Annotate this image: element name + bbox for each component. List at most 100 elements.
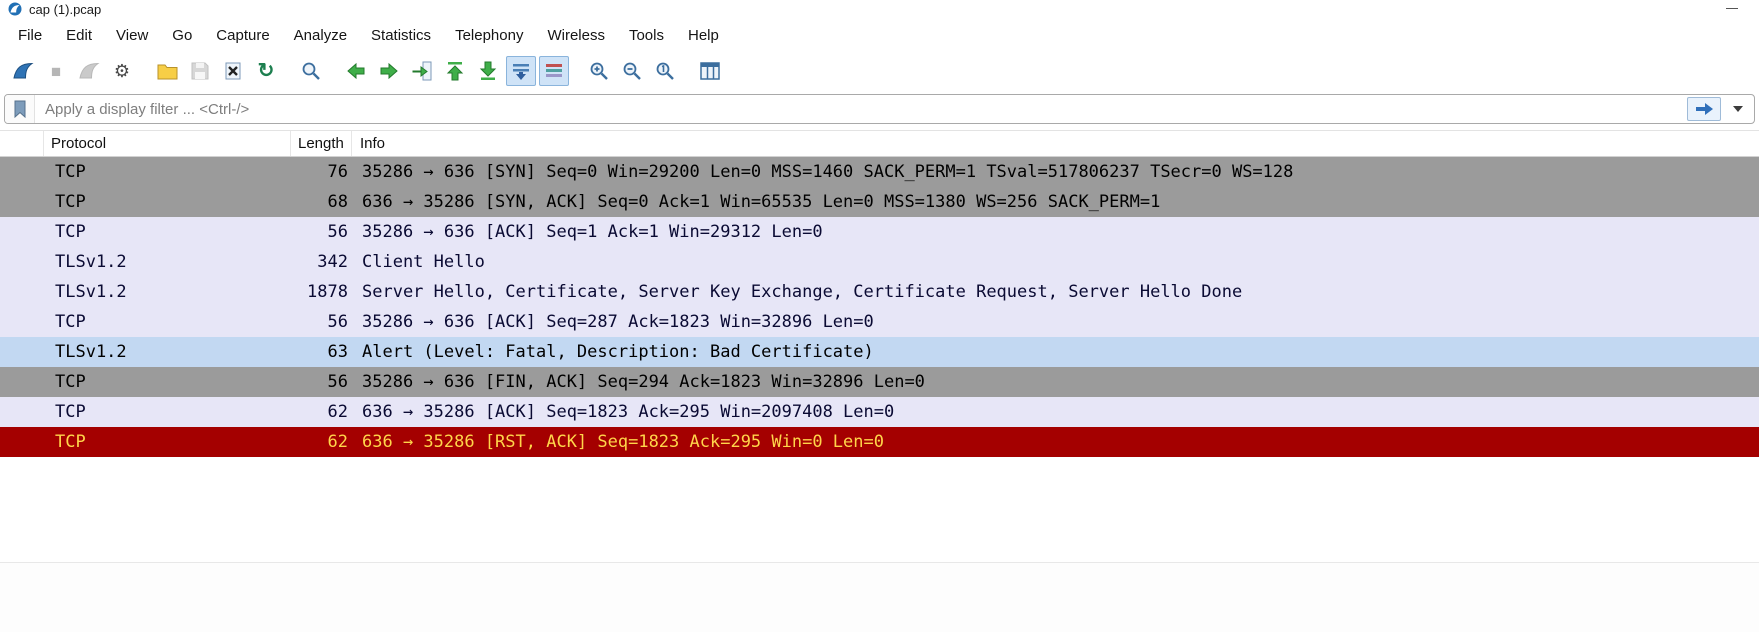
header-spacer: [0, 131, 44, 156]
start-capture-button[interactable]: [8, 56, 38, 86]
stop-icon: ■: [51, 63, 61, 80]
chevron-down-icon: [1733, 106, 1743, 112]
reload-icon: ↻: [258, 61, 275, 81]
colorize-button[interactable]: [539, 56, 569, 86]
resize-columns-button[interactable]: [695, 56, 725, 86]
empty-detail-pane: [0, 562, 1759, 632]
stop-capture-button[interactable]: ■: [41, 56, 71, 86]
auto-scroll-button[interactable]: [506, 56, 536, 86]
zoom-out-button[interactable]: [617, 56, 647, 86]
go-back-button[interactable]: [341, 56, 371, 86]
packet-length: 76: [291, 157, 348, 187]
packet-protocol: TLSv1.2: [0, 277, 291, 307]
menu-tools[interactable]: Tools: [617, 21, 676, 50]
menu-statistics[interactable]: Statistics: [359, 21, 443, 50]
packet-row[interactable]: TCP 56 35286 → 636 [ACK] Seq=1 Ack=1 Win…: [0, 217, 1759, 247]
filter-dropdown-button[interactable]: [1727, 97, 1749, 121]
packet-protocol: TCP: [0, 157, 291, 187]
packet-protocol: TCP: [0, 217, 291, 247]
menu-help[interactable]: Help: [676, 21, 731, 50]
zoom-in-button[interactable]: [584, 56, 614, 86]
packet-length: 68: [291, 187, 348, 217]
packet-row[interactable]: TCP 62 636 → 35286 [RST, ACK] Seq=1823 A…: [0, 427, 1759, 457]
menu-bar: File Edit View Go Capture Analyze Statis…: [0, 18, 1759, 52]
packet-protocol: TCP: [0, 427, 291, 457]
column-header-length[interactable]: Length: [291, 131, 352, 156]
menu-view[interactable]: View: [104, 21, 160, 50]
packet-info: Alert (Level: Fatal, Description: Bad Ce…: [348, 337, 1759, 367]
bookmark-icon: [13, 100, 27, 118]
go-to-packet-icon: [411, 60, 433, 82]
packet-row[interactable]: TCP 56 35286 → 636 [FIN, ACK] Seq=294 Ac…: [0, 367, 1759, 397]
window-title: cap (1).pcap: [29, 2, 101, 17]
resize-columns-icon: [700, 62, 720, 80]
packet-protocol: TLSv1.2: [0, 247, 291, 277]
menu-capture[interactable]: Capture: [204, 21, 281, 50]
minimize-button[interactable]: [1717, 0, 1747, 9]
save-icon: [191, 62, 209, 80]
packet-row[interactable]: TCP 76 35286 → 636 [SYN] Seq=0 Win=29200…: [0, 157, 1759, 187]
go-last-button[interactable]: [473, 56, 503, 86]
filter-bar-container: [0, 90, 1759, 130]
open-file-button[interactable]: [152, 56, 182, 86]
packet-protocol: TCP: [0, 397, 291, 427]
packet-list: Protocol Length Info TCP 76 35286 → 636 …: [0, 130, 1759, 457]
packet-info: 636 → 35286 [RST, ACK] Seq=1823 Ack=295 …: [348, 427, 1759, 457]
packet-length: 63: [291, 337, 348, 367]
main-toolbar: ■ ⚙ ↻: [0, 52, 1759, 90]
reload-button[interactable]: ↻: [251, 56, 281, 86]
packet-row[interactable]: TLSv1.2 342 Client Hello: [0, 247, 1759, 277]
display-filter-bar: [4, 94, 1755, 124]
folder-icon: [157, 63, 178, 80]
packet-protocol: TLSv1.2: [0, 337, 291, 367]
go-first-button[interactable]: [440, 56, 470, 86]
gear-icon: ⚙: [114, 62, 130, 80]
close-file-button[interactable]: [218, 56, 248, 86]
packet-row[interactable]: TLSv1.2 1878 Server Hello, Certificate, …: [0, 277, 1759, 307]
menu-telephony[interactable]: Telephony: [443, 21, 535, 50]
column-header-protocol[interactable]: Protocol: [44, 131, 291, 156]
arrow-down-icon: [477, 60, 499, 82]
zoom-original-icon: [655, 61, 675, 81]
go-to-packet-button[interactable]: [407, 56, 437, 86]
packet-length: 1878: [291, 277, 348, 307]
save-file-button[interactable]: [185, 56, 215, 86]
arrow-up-icon: [444, 60, 466, 82]
capture-options-button[interactable]: ⚙: [107, 56, 137, 86]
packet-length: 56: [291, 367, 348, 397]
packet-length: 62: [291, 427, 348, 457]
packet-row-selected[interactable]: TLSv1.2 63 Alert (Level: Fatal, Descript…: [0, 337, 1759, 367]
packet-list-header: Protocol Length Info: [0, 131, 1759, 157]
packet-row[interactable]: TCP 68 636 → 35286 [SYN, ACK] Seq=0 Ack=…: [0, 187, 1759, 217]
title-bar: cap (1).pcap: [0, 0, 1759, 18]
menu-file[interactable]: File: [6, 21, 54, 50]
search-icon: [301, 61, 321, 81]
packet-info: 35286 → 636 [ACK] Seq=287 Ack=1823 Win=3…: [348, 307, 1759, 337]
zoom-original-button[interactable]: [650, 56, 680, 86]
packet-info: 636 → 35286 [ACK] Seq=1823 Ack=295 Win=2…: [348, 397, 1759, 427]
zoom-out-icon: [622, 61, 642, 81]
apply-filter-button[interactable]: [1687, 97, 1721, 121]
menu-wireless[interactable]: Wireless: [535, 21, 617, 50]
packet-row[interactable]: TCP 62 636 → 35286 [ACK] Seq=1823 Ack=29…: [0, 397, 1759, 427]
zoom-in-icon: [589, 61, 609, 81]
menu-go[interactable]: Go: [160, 21, 204, 50]
apply-arrow-icon: [1694, 100, 1715, 118]
shark-fin-icon: [12, 61, 34, 81]
packet-row[interactable]: TCP 56 35286 → 636 [ACK] Seq=287 Ack=182…: [0, 307, 1759, 337]
display-filter-input[interactable]: [35, 101, 1687, 118]
menu-edit[interactable]: Edit: [54, 21, 104, 50]
menu-analyze[interactable]: Analyze: [282, 21, 359, 50]
packet-info: Server Hello, Certificate, Server Key Ex…: [348, 277, 1759, 307]
go-forward-button[interactable]: [374, 56, 404, 86]
packet-info: 636 → 35286 [SYN, ACK] Seq=0 Ack=1 Win=6…: [348, 187, 1759, 217]
column-header-info[interactable]: Info: [352, 131, 1759, 156]
find-packet-button[interactable]: [296, 56, 326, 86]
packet-info: Client Hello: [348, 247, 1759, 277]
packet-protocol: TCP: [0, 307, 291, 337]
filter-bookmark-button[interactable]: [5, 95, 35, 123]
auto-scroll-icon: [511, 61, 531, 81]
arrow-right-icon: [378, 60, 400, 82]
restart-capture-button[interactable]: [74, 56, 104, 86]
restart-icon: [78, 61, 100, 81]
